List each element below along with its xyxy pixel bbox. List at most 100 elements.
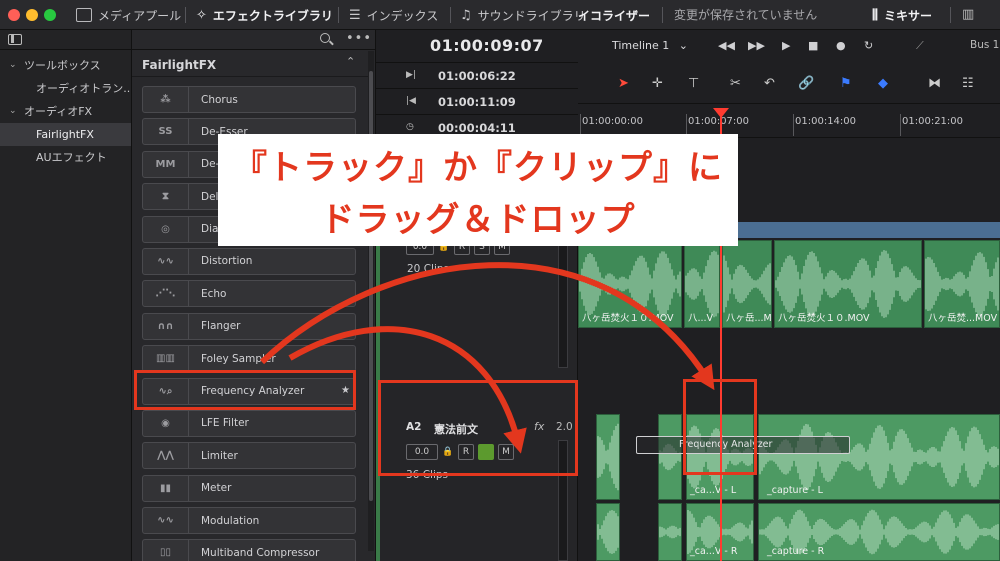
- a2-clip[interactable]: [596, 414, 620, 500]
- a1-clip[interactable]: 八ヶ岳焚火１０.MOV: [578, 240, 682, 328]
- fx-search-bar: •••: [132, 30, 375, 50]
- foley-icon: ▥▥: [143, 346, 189, 372]
- a1-clip[interactable]: 八ヶ岳焚火１０.MOV: [774, 240, 922, 328]
- play-icon[interactable]: ▶: [782, 39, 790, 52]
- modulation-icon: ∿∿: [143, 508, 189, 534]
- a1-clip[interactable]: 八ヶ岳...MOV: [722, 240, 772, 328]
- range-tool-icon[interactable]: ✛: [652, 76, 663, 91]
- top-toolbar: メディアプール ✧ エフェクトライブラリ ☰ インデックス ♫ サウンドライブラ…: [0, 0, 1000, 30]
- fx-item-modulation[interactable]: ∿∿ Modulation: [142, 507, 356, 535]
- a1-clip[interactable]: 八ヶ岳焚...MOV: [924, 240, 1000, 328]
- divider: [338, 7, 339, 23]
- tree-item-fairlightfx[interactable]: FairlightFX: [0, 123, 131, 146]
- waveform: [597, 423, 619, 491]
- ruler-label: 01:00:14:00: [795, 116, 857, 127]
- media-pool-icon: [76, 8, 92, 22]
- edit-tools-bar: ➤ ✛ ⊤ ✂ ↶ 🔗 ⚑ ◆ ⧓ ☷: [578, 64, 1000, 104]
- fx-item-multiband-compressor[interactable]: ▯▯ Multiband Compressor: [142, 539, 356, 561]
- fx-item-chorus[interactable]: ⁂ Chorus: [142, 86, 356, 113]
- fx-item-limiter[interactable]: ⋀⋀ Limiter: [142, 442, 356, 470]
- main-timecode: 01:00:09:07: [430, 36, 544, 55]
- fx-item-label: Foley Sampler: [201, 352, 276, 365]
- track-height-icon[interactable]: ☷: [962, 76, 974, 91]
- fx-item-echo[interactable]: ⋰⋱ Echo: [142, 280, 356, 308]
- index-tab[interactable]: ☰ インデックス: [349, 0, 438, 30]
- media-pool-tab[interactable]: メディアプール: [76, 0, 181, 30]
- bus-label: Bus 1: [970, 39, 1000, 51]
- effects-library-tab[interactable]: ✧ エフェクトライブラリ: [196, 0, 333, 30]
- fx-item-foley-sampler[interactable]: ▥▥ Foley Sampler: [142, 345, 356, 373]
- deesser-icon: SS: [143, 119, 189, 145]
- waveform: [597, 510, 619, 554]
- instruction-callout: 『トラック』か『クリップ』に ドラッグ＆ドロップ: [218, 134, 738, 246]
- a2-clip[interactable]: [658, 503, 682, 561]
- meter-icon: ▮▮: [143, 475, 189, 501]
- zoom-waveform-icon[interactable]: ⧓: [928, 76, 941, 91]
- pointer-tool-icon[interactable]: ➤: [618, 76, 629, 91]
- echo-icon: ⋰⋱: [143, 281, 189, 307]
- ruler-label: 01:00:21:00: [902, 116, 964, 127]
- chevron-down-icon[interactable]: ⌄: [9, 54, 17, 77]
- stop-icon[interactable]: ■: [808, 39, 818, 52]
- highlight-clip: [683, 379, 757, 475]
- tree-item-audio-fx[interactable]: ⌄ オーディオFX: [0, 100, 131, 123]
- timeline-ruler[interactable]: 01:00:00:00 01:00:07:00 01:00:14:00 01:0…: [578, 104, 1000, 138]
- a2-clip[interactable]: _capture - R: [758, 503, 1000, 561]
- fx-item-distortion[interactable]: ∿∿ Distortion: [142, 247, 356, 275]
- close-window-button[interactable]: [8, 9, 20, 21]
- marker-icon[interactable]: ◆: [878, 76, 888, 91]
- flag-icon[interactable]: ⚑: [840, 76, 852, 91]
- limiter-icon: ⋀⋀: [143, 443, 189, 469]
- a2-clip[interactable]: [596, 503, 620, 561]
- rewind-icon[interactable]: ◀◀: [718, 39, 735, 52]
- callout-line-2: ドラッグ＆ドロップ: [320, 200, 636, 240]
- mixer-tab[interactable]: ⫼ ミキサー: [872, 0, 932, 30]
- tree-item-audio-transitions[interactable]: オーディオトラン...: [0, 77, 131, 100]
- record-icon[interactable]: ●: [836, 39, 846, 52]
- meters-icon[interactable]: ▥: [962, 7, 974, 22]
- waveform: [659, 443, 681, 471]
- more-options-icon[interactable]: •••: [346, 31, 372, 46]
- a1-clip-count: 20 Clips: [407, 263, 449, 275]
- multiband-icon: ▯▯: [143, 540, 189, 561]
- chevron-up-icon[interactable]: ⌃: [346, 55, 355, 68]
- automation-icon[interactable]: ⟋: [916, 39, 924, 53]
- a2-clip[interactable]: _capture - L: [758, 414, 1000, 500]
- minimize-window-button[interactable]: [26, 9, 38, 21]
- a1-meter: [558, 238, 568, 368]
- fx-item-flanger[interactable]: ∩∩ Flanger: [142, 312, 356, 340]
- trim-tool-icon[interactable]: ⊤: [688, 76, 699, 91]
- fx-item-meter[interactable]: ▮▮ Meter: [142, 474, 356, 502]
- timeline-selector[interactable]: Timeline 1 ⌄: [612, 39, 688, 52]
- timeline-area: 01:00:09:07 Timeline 1 ⌄ ◀◀ ▶▶ ▶ ■ ● ↻ ⟋…: [376, 30, 1000, 561]
- a1-clip[interactable]: 八...V: [684, 240, 720, 328]
- fx-category-header[interactable]: FairlightFX ⌃: [132, 51, 368, 77]
- snap-icon[interactable]: ↶: [764, 76, 775, 91]
- equalizer-tab[interactable]: イコライザー: [578, 0, 650, 30]
- fx-scrollbar[interactable]: [368, 51, 374, 551]
- panel-toggle-icon[interactable]: [8, 34, 22, 45]
- fx-list-panel: ••• FairlightFX ⌃ ⁂ChorusSSDe-EsserMMDe-…: [132, 30, 376, 561]
- a2-clip[interactable]: [658, 414, 682, 500]
- zoom-window-button[interactable]: [44, 9, 56, 21]
- list-icon: ☰: [349, 7, 361, 23]
- sound-library-tab[interactable]: ♫ サウンドライブラリ: [460, 0, 586, 30]
- link-icon[interactable]: 🔗: [798, 76, 814, 91]
- dialogue-icon: ◎: [143, 216, 189, 242]
- ruler-tick: [686, 114, 687, 136]
- clock-icon: ◷: [406, 122, 414, 132]
- fx-item-label: Flanger: [201, 320, 241, 333]
- fast-forward-icon[interactable]: ▶▶: [748, 39, 765, 52]
- loop-icon[interactable]: ↻: [864, 39, 873, 52]
- ruler-tick: [900, 114, 901, 136]
- playhead-handle[interactable]: [713, 108, 729, 118]
- tree-item-toolbox[interactable]: ⌄ ツールボックス: [0, 54, 131, 77]
- search-icon[interactable]: [320, 33, 330, 43]
- fx-item-label: Meter: [201, 482, 232, 495]
- dehummer-icon: MM: [143, 151, 189, 177]
- fx-item-lfe-filter[interactable]: ◉ LFE Filter: [142, 409, 356, 437]
- out-timecode-row: |◀ 01:00:11:09: [376, 88, 578, 114]
- tree-item-au-effects[interactable]: AUエフェクト: [0, 146, 131, 169]
- chevron-down-icon[interactable]: ⌄: [9, 100, 17, 123]
- razor-icon[interactable]: ✂: [730, 76, 741, 91]
